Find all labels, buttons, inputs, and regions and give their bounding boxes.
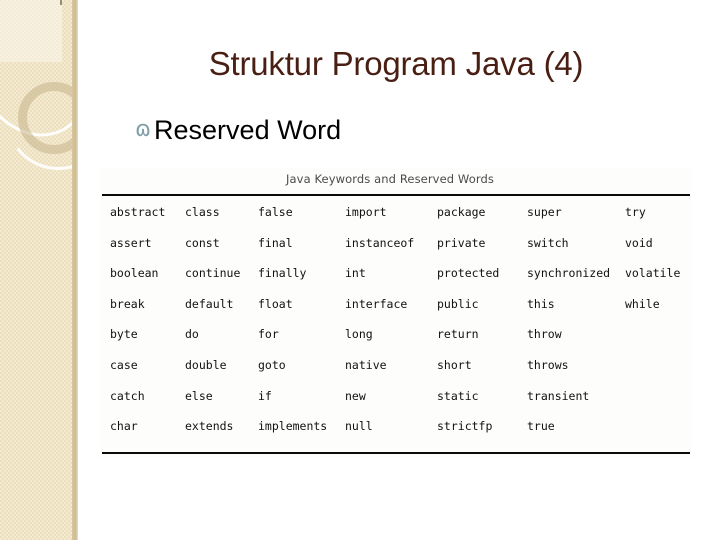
keyword-cell: finally <box>258 266 307 281</box>
keyword-cell: protected <box>437 266 500 281</box>
keyword-cell: package <box>437 205 486 219</box>
keyword-cell: catch <box>110 388 145 403</box>
keyword-cell: switch <box>527 235 569 250</box>
table-bottom-rule <box>102 452 690 454</box>
bullet-item-label: Reserved Word <box>154 115 342 145</box>
keyword-cell: do <box>185 327 199 342</box>
keyword-cell: private <box>437 235 486 250</box>
keyword-cell: false <box>258 205 293 219</box>
table-row: case double goto native short throws <box>100 357 692 388</box>
keyword-cell: abstract <box>110 205 166 219</box>
keyword-cell: const <box>185 235 220 250</box>
table-row: byte do for long return throw <box>100 326 692 357</box>
keyword-cell: void <box>625 235 653 250</box>
keyword-cell: implements <box>258 419 328 434</box>
keyword-cell: new <box>345 388 366 403</box>
java-keywords-figure: Java Keywords and Reserved Words abstrac… <box>100 168 692 458</box>
keyword-cell: float <box>258 296 293 311</box>
table-row: assert const final instanceof private switch v… <box>100 235 692 266</box>
keyword-cell: class <box>185 205 220 219</box>
keyword-cell: double <box>185 357 227 372</box>
keyword-cell: throws <box>527 357 569 372</box>
keyword-grid: abstract class false import package super try a… <box>100 204 692 449</box>
keyword-cell: continue <box>185 266 241 281</box>
keyword-cell: else <box>185 388 213 403</box>
keyword-cell: long <box>345 327 373 342</box>
keyword-cell: for <box>258 327 279 342</box>
ornament-bullet-icon: ɷ <box>135 117 152 142</box>
keyword-cell: throw <box>527 327 562 342</box>
table-row: abstract class false import package super try <box>100 204 692 235</box>
keyword-cell: static <box>437 388 479 403</box>
keyword-cell: boolean <box>110 266 159 281</box>
keyword-cell: interface <box>345 296 408 311</box>
keyword-cell: import <box>345 205 387 219</box>
keyword-cell: synchronized <box>527 266 611 281</box>
slide-title: Struktur Program Java (4) <box>208 45 584 82</box>
keyword-cell: int <box>345 266 366 281</box>
table-row: boolean continue finally int protected synchr… <box>100 265 692 296</box>
keyword-cell: goto <box>258 357 286 372</box>
keyword-cell: transient <box>527 388 590 403</box>
slide: Struktur Program Java (4) ɷ Reserved Wor… <box>0 0 720 540</box>
keyword-cell: super <box>527 205 562 219</box>
keyword-cell: default <box>185 296 234 311</box>
sidebar-edge-stripe <box>72 0 78 540</box>
keyword-cell: strictfp <box>437 419 493 434</box>
table-row: char extends implements null strictfp true <box>100 418 692 449</box>
keyword-cell: case <box>110 357 138 372</box>
keyword-cell: short <box>437 357 472 372</box>
decorative-sidebar <box>0 0 78 540</box>
bullet-item-reserved-word: ɷ Reserved Word <box>135 114 341 146</box>
keyword-cell: while <box>625 296 660 311</box>
keyword-cell: break <box>110 296 145 311</box>
keyword-cell: byte <box>110 327 138 342</box>
table-top-rule <box>102 194 690 196</box>
keyword-cell: assert <box>110 235 152 250</box>
keyword-cell: if <box>258 388 272 403</box>
keyword-cell: return <box>437 327 479 342</box>
keyword-cell: true <box>527 419 555 434</box>
keyword-cell: null <box>345 419 373 434</box>
keyword-cell: this <box>527 296 555 311</box>
keyword-cell: extends <box>185 419 234 434</box>
keyword-cell: public <box>437 296 479 311</box>
keyword-cell: native <box>345 357 387 372</box>
keyword-cell: char <box>110 419 138 434</box>
keyword-cell: instanceof <box>345 235 415 250</box>
table-caption: Java Keywords and Reserved Words <box>286 172 494 186</box>
keyword-cell: final <box>258 235 293 250</box>
keyword-cell: try <box>625 205 646 219</box>
table-row: break default float interface public this whil… <box>100 296 692 327</box>
table-row: catch else if new static transient <box>100 388 692 419</box>
keyword-cell: volatile <box>625 266 681 281</box>
sidebar-top-highlight <box>0 0 62 62</box>
sidebar-top-edge-mark <box>60 0 62 5</box>
